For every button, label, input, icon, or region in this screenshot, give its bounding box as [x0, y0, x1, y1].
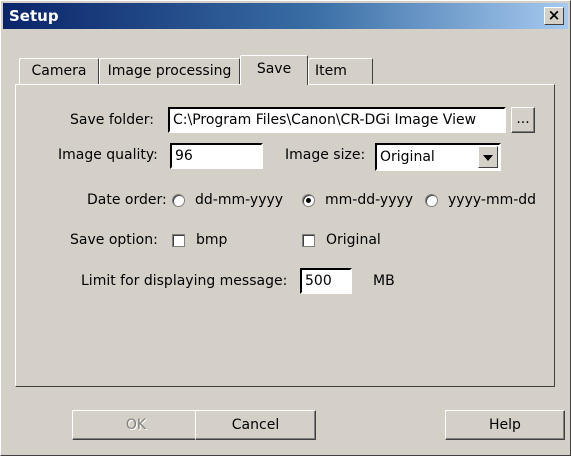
tab-save[interactable]: Save [240, 55, 308, 85]
radio-selected-dot [306, 198, 311, 203]
dropdown-arrow-button[interactable] [478, 146, 498, 168]
tab-camera[interactable]: Camera [19, 58, 99, 84]
original-checkbox[interactable] [302, 234, 315, 247]
bmp-checkbox[interactable] [172, 234, 185, 247]
original-checkbox-label: Original [326, 232, 381, 248]
bmp-checkbox-label: bmp [196, 232, 228, 248]
tab-image-processing-label: Image processing [107, 63, 232, 79]
tab-image-processing[interactable]: Image processing [99, 58, 240, 84]
limit-unit-label: MB [373, 273, 395, 289]
image-quality-label: Image quality: [58, 147, 158, 163]
window-title: Setup [9, 7, 59, 25]
cancel-button[interactable]: Cancel [195, 410, 316, 440]
tab-item[interactable]: Item [308, 58, 373, 84]
tab-camera-label: Camera [31, 63, 87, 79]
date-order-label: Date order: [87, 192, 167, 208]
yyyy-mm-dd-label: yyyy-mm-dd [448, 192, 537, 208]
limit-message-field[interactable]: 500 [300, 268, 352, 294]
mm-dd-yyyy-label: mm-dd-yyyy [325, 192, 414, 208]
image-quality-field[interactable]: 96 [170, 143, 263, 169]
save-folder-field[interactable]: C:\Program Files\Canon\CR-DGi Image View [168, 107, 506, 133]
save-tab-panel: Save folder: C:\Program Files\Canon\CR-D… [15, 84, 555, 387]
close-button[interactable]: × [544, 7, 564, 25]
image-size-dropdown[interactable]: Original [375, 143, 501, 171]
setup-dialog: Setup × Camera Image processing Save Ite… [0, 0, 571, 456]
limit-message-label: Limit for displaying message: [81, 273, 288, 289]
save-option-label: Save option: [70, 232, 158, 248]
browse-folder-button[interactable]: ... [511, 107, 535, 133]
title-bar[interactable]: Setup × [3, 3, 568, 29]
dd-mm-yyyy-label: dd-mm-yyyy [195, 192, 284, 208]
tab-item-label: Item [315, 63, 347, 79]
image-size-value: Original [380, 149, 435, 165]
save-folder-label: Save folder: [70, 112, 154, 128]
help-button[interactable]: Help [445, 410, 565, 440]
radio-mm-dd-yyyy[interactable] [302, 194, 315, 207]
tab-save-label: Save [256, 61, 292, 77]
ok-button[interactable]: OK [72, 410, 200, 440]
radio-dd-mm-yyyy[interactable] [172, 194, 185, 207]
image-size-label: Image size: [285, 147, 366, 163]
chevron-down-icon [483, 155, 493, 161]
radio-yyyy-mm-dd[interactable] [425, 194, 438, 207]
